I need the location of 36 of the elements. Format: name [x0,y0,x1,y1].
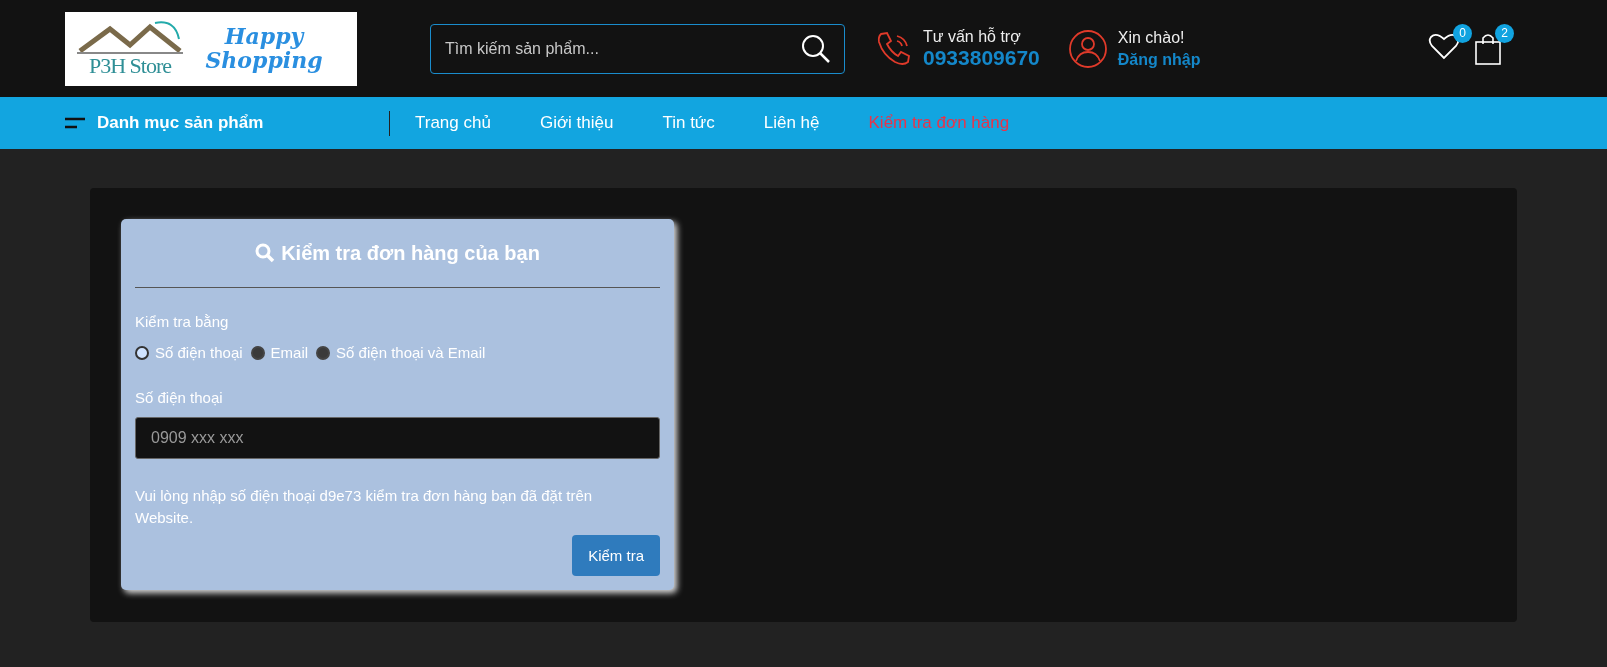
search-icon [255,243,276,263]
greeting-text: Xin chào! [1117,28,1186,47]
login-link[interactable]: Đăng nhập [1117,50,1201,69]
nav-link[interactable]: Liên hệ [763,113,820,133]
instruction-text: Vui lòng nhập số điện thoại d9e73 kiểm tra đơn hàng bạn đã đặt trên Website. [135,486,594,528]
check-method-label: Kiểm tra bằng [135,313,230,330]
house-roof-icon [75,20,185,55]
search-icon[interactable] [801,33,831,64]
nav-link[interactable]: Tin tức [662,113,715,133]
heart-icon[interactable] [1428,31,1460,60]
radio-label[interactable]: Email [270,344,309,361]
cart-count-badge: 2 [1495,23,1514,43]
logo-slogan-text: Happy Shopping [204,25,324,72]
user-icon[interactable] [1067,28,1108,69]
search-field[interactable]: Tìm kiếm sản phẩm... [430,23,845,74]
nav-link[interactable]: Trang chủ [415,113,491,133]
support-label: Tư vấn hỗ trợ [923,27,1022,46]
hotline-number[interactable]: 0933809670 [923,45,1040,70]
wishlist-count-badge: 0 [1453,23,1472,43]
store-logo[interactable]: P3H Store Happy Shopping [65,11,357,86]
nav-link[interactable]: Giới thiệu [539,113,614,133]
radio-button[interactable] [135,345,149,360]
radio-label[interactable]: Số điện thoại [155,344,243,361]
radio-label[interactable]: Số điện thoại và Email [336,344,486,361]
card-title: Kiểm tra đơn hàng của bạn [281,241,540,265]
category-menu-label[interactable]: Danh mục sản phẩm [97,113,264,133]
logo-brand-text: P3H Store [88,54,172,77]
phone-input-field[interactable]: 0909 xxx xxx [135,417,660,459]
shopping-bag-icon[interactable] [1474,31,1502,66]
radio-button[interactable] [316,345,331,360]
phone-field-label: Số điện thoại [135,389,224,406]
phone-icon [875,29,913,68]
menu-icon[interactable] [65,116,85,130]
nav-link[interactable]: Kiểm tra đơn hàng [868,113,1010,133]
check-button[interactable]: Kiểm tra [572,535,660,576]
radio-button[interactable] [250,345,265,360]
